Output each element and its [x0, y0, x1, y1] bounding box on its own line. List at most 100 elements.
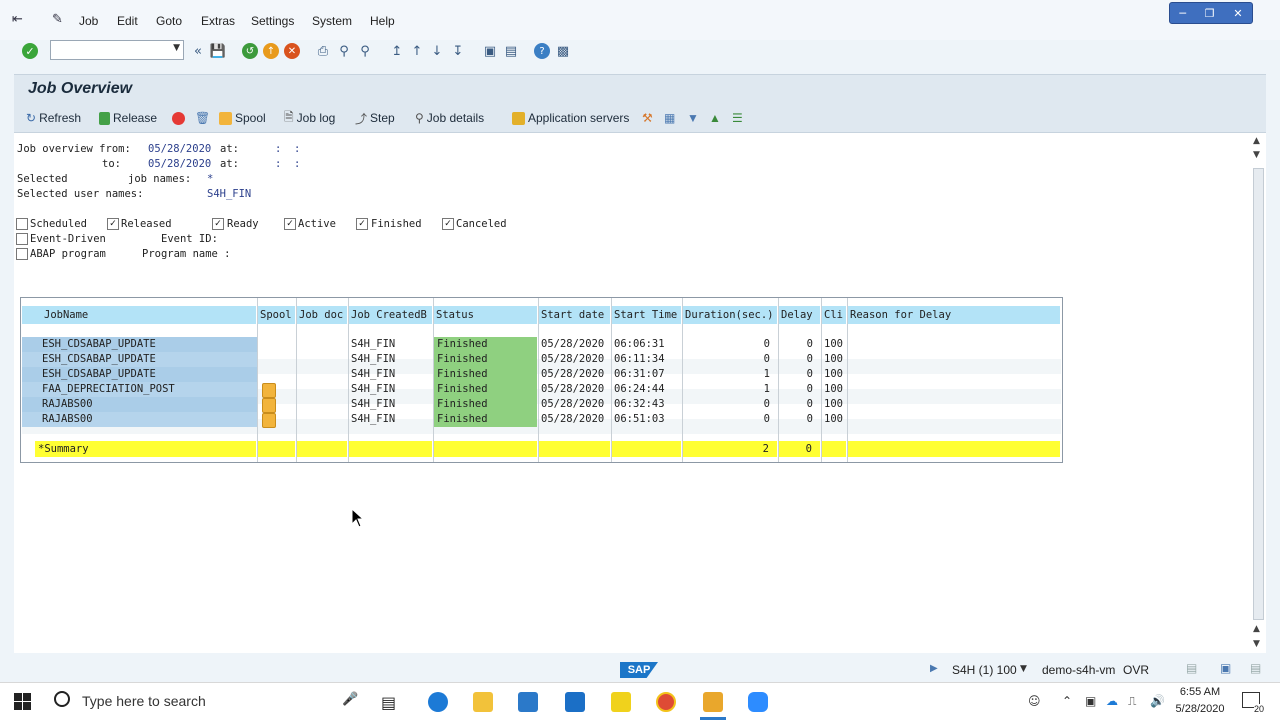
delete-button[interactable]: 🗑	[195, 110, 210, 126]
scroll-down-icon[interactable]: ▼	[1253, 639, 1260, 649]
column-header-jobname[interactable]: JobName	[22, 306, 257, 324]
shortcut-icon[interactable]: ▤	[503, 43, 519, 59]
microphone-icon[interactable]: 🎤	[342, 692, 358, 707]
command-field[interactable]: ▼	[50, 40, 184, 60]
menu-help[interactable]: Help	[370, 14, 395, 28]
last-page-icon[interactable]: ↧	[450, 43, 466, 59]
volume-icon[interactable]: 🔊	[1150, 694, 1165, 708]
expand-icon[interactable]: ▤	[1250, 661, 1261, 675]
spool-icon[interactable]	[262, 383, 276, 398]
find-next-icon[interactable]: ⚲	[357, 43, 373, 59]
column-header-duration[interactable]: Duration(sec.)	[682, 306, 778, 324]
network-icon[interactable]: ▣	[1085, 694, 1096, 708]
sap-logon-icon[interactable]	[703, 692, 723, 712]
mail-icon[interactable]	[565, 692, 585, 712]
close-icon[interactable]: ✕	[1233, 7, 1242, 20]
menu-extras[interactable]: Extras	[201, 14, 235, 28]
back-icon[interactable]: ↺	[242, 43, 258, 59]
filter-button[interactable]: ▼	[687, 110, 699, 126]
chrome-icon[interactable]	[656, 692, 676, 712]
clock-time[interactable]: 6:55 AM	[1178, 686, 1222, 698]
table-cell-jobname[interactable]: ESH_CDSABAP_UPDATE	[22, 367, 257, 382]
column-header-start-time[interactable]: Start Time	[611, 306, 682, 324]
active-checkbox[interactable]: ✓	[284, 218, 296, 230]
previous-page-icon[interactable]: ↑	[409, 43, 425, 59]
menu-system[interactable]: System	[312, 14, 352, 28]
spool-icon[interactable]	[262, 413, 276, 428]
sort-ascending-button[interactable]: ▲	[709, 110, 721, 126]
scroll-down-small-icon[interactable]: ▼	[1253, 150, 1260, 160]
table-cell-jobname[interactable]: RAJABS00	[22, 412, 257, 427]
menu-goto[interactable]: Goto	[156, 14, 182, 28]
edge-icon[interactable]	[428, 692, 448, 712]
zoom-icon[interactable]	[748, 692, 768, 712]
event-driven-checkbox[interactable]	[16, 233, 28, 245]
find-icon[interactable]: ⚲	[336, 43, 352, 59]
store-icon[interactable]	[518, 692, 538, 712]
menu-settings[interactable]: Settings	[251, 14, 294, 28]
collapse-icon[interactable]: «	[190, 43, 206, 59]
scroll-track[interactable]	[1253, 168, 1264, 620]
table-cell-jobname[interactable]: FAA_DEPRECIATION_POST	[22, 382, 257, 397]
enter-check-icon[interactable]: ✓	[22, 43, 38, 59]
windows-start-icon[interactable]	[14, 693, 31, 710]
spool-button[interactable]: Spool	[219, 110, 266, 126]
ready-checkbox[interactable]: ✓	[212, 218, 224, 230]
sticky-notes-icon[interactable]	[611, 692, 631, 712]
column-header-client[interactable]: Cli	[821, 306, 847, 324]
power-icon[interactable]: ⎍	[1128, 694, 1136, 709]
vertical-scrollbar[interactable]: ▲ ▼ ▲ ▼	[1250, 134, 1264, 652]
layout-icon[interactable]: ▤	[1186, 661, 1197, 675]
print-icon[interactable]: ⎙	[315, 43, 331, 59]
column-header-reason-for-delay[interactable]: Reason for Delay	[847, 306, 1061, 324]
save-icon[interactable]: 💾	[210, 43, 226, 59]
restore-icon[interactable]: ❐	[1205, 7, 1215, 20]
scroll-up-icon[interactable]: ▲	[1253, 136, 1260, 146]
table-cell-jobname[interactable]: RAJABS00	[22, 397, 257, 412]
scroll-up-bottom-icon[interactable]: ▲	[1253, 624, 1260, 634]
menu-job[interactable]: Job	[79, 14, 98, 28]
clock-date[interactable]: 5/28/2020	[1174, 703, 1226, 715]
spool-icon[interactable]	[262, 398, 276, 413]
column-header-delay[interactable]: Delay	[778, 306, 821, 324]
column-header-job-doc[interactable]: Job doc	[296, 306, 348, 324]
table-cell-jobname[interactable]: ESH_CDSABAP_UPDATE	[22, 352, 257, 367]
job-details-button[interactable]: ⚲ Job details	[415, 110, 484, 126]
menu-edit[interactable]: Edit	[117, 14, 138, 28]
first-page-icon[interactable]: ↥	[389, 43, 405, 59]
column-header-start-date[interactable]: Start date	[538, 306, 611, 324]
step-button[interactable]: ⤴ Step	[355, 110, 395, 126]
chevron-down-icon[interactable]: ▼	[1020, 664, 1027, 674]
tools-button[interactable]: ⚒	[642, 110, 653, 126]
minimize-icon[interactable]: ─	[1179, 7, 1186, 20]
released-checkbox[interactable]: ✓	[107, 218, 119, 230]
application-servers-button[interactable]: Application servers	[512, 110, 629, 126]
cancel-icon[interactable]: ✕	[284, 43, 300, 59]
help-icon[interactable]: ?	[534, 43, 550, 59]
table-cell-jobname[interactable]: ESH_CDSABAP_UPDATE	[22, 337, 257, 352]
task-view-icon[interactable]: ▤	[381, 693, 396, 712]
canceled-checkbox[interactable]: ✓	[442, 218, 454, 230]
exit-icon[interactable]: ↑	[263, 43, 279, 59]
sort-descending-button[interactable]: ☰	[732, 110, 743, 126]
customize-icon[interactable]: ✎	[52, 12, 63, 27]
play-icon[interactable]: ▶	[930, 663, 938, 674]
chevron-down-icon[interactable]: ▼	[173, 43, 180, 53]
show-hidden-icons-icon[interactable]: ⌃	[1062, 694, 1072, 708]
grid-button[interactable]: ▦	[664, 110, 675, 126]
finished-checkbox[interactable]: ✓	[356, 218, 368, 230]
people-icon[interactable]: ☺	[1028, 694, 1041, 708]
onedrive-icon[interactable]: ☁	[1106, 694, 1118, 708]
file-explorer-icon[interactable]	[473, 692, 493, 712]
stop-button[interactable]	[172, 110, 185, 126]
layout-icon[interactable]: ▩	[555, 43, 571, 59]
next-page-icon[interactable]: ↓	[429, 43, 445, 59]
column-header-status[interactable]: Status	[433, 306, 538, 324]
scheduled-checkbox[interactable]	[16, 218, 28, 230]
column-header-spool[interactable]: Spool	[257, 306, 296, 324]
job-log-button[interactable]: 🗎 Job log	[284, 110, 335, 126]
refresh-button[interactable]: ↻ Refresh	[26, 110, 81, 126]
sap-menu-icon[interactable]: ⇤	[12, 12, 23, 27]
column-header-created-by[interactable]: Job CreatedB	[348, 306, 433, 324]
abap-program-checkbox[interactable]	[16, 248, 28, 260]
